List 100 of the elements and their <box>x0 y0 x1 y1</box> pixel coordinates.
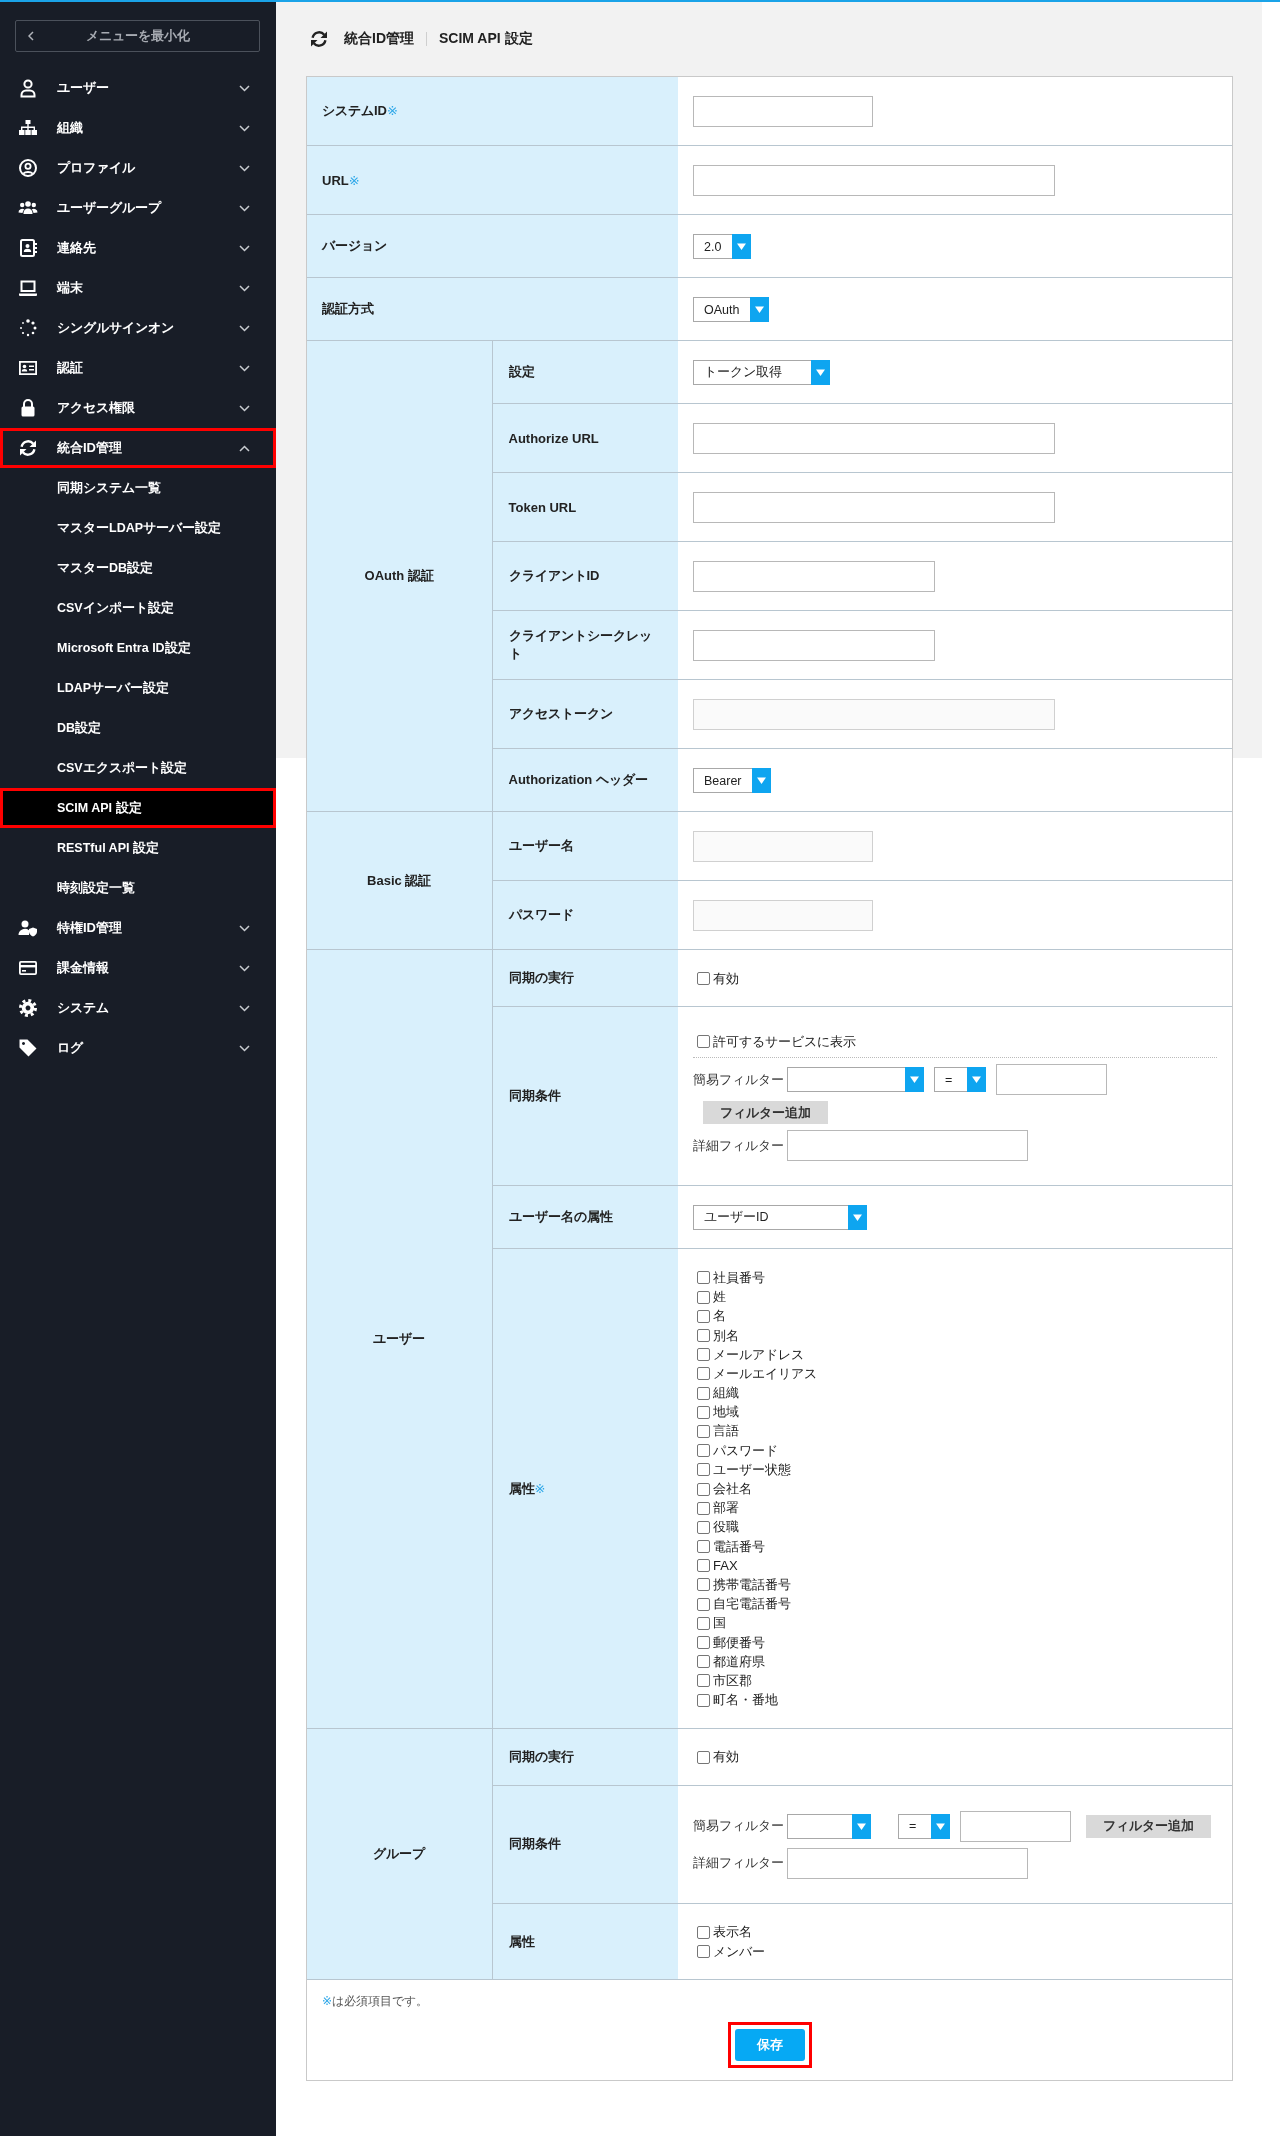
person-icon <box>18 78 38 98</box>
checkbox[interactable] <box>697 1925 710 1939</box>
checkbox[interactable] <box>697 1463 710 1477</box>
sidebar-menu-item[interactable]: 課金情報 <box>0 948 276 988</box>
checkbox[interactable] <box>697 1386 710 1400</box>
sidebar-menu-item[interactable]: 統合ID管理 <box>0 428 276 468</box>
text-field[interactable] <box>787 1847 1028 1879</box>
sidebar-menu-item[interactable]: プロファイル <box>0 148 276 188</box>
checkbox[interactable] <box>697 1424 710 1438</box>
sidebar-menu-item[interactable]: 端末 <box>0 268 276 308</box>
checkbox[interactable] <box>697 1290 710 1304</box>
checkbox[interactable] <box>697 1750 710 1764</box>
text-field[interactable] <box>693 96 873 127</box>
sidebar-submenu-item[interactable]: LDAPサーバー設定 <box>0 668 276 708</box>
sidebar-submenu-item[interactable]: DB設定 <box>0 708 276 748</box>
sidebar-menu-item[interactable]: シングルサインオン <box>0 308 276 348</box>
sidebar-submenu-item[interactable]: マスターDB設定 <box>0 548 276 588</box>
checkbox[interactable] <box>697 1655 710 1669</box>
checkbox[interactable] <box>697 1559 710 1573</box>
text-field[interactable] <box>693 630 935 661</box>
sidebar-submenu-item[interactable]: 時刻設定一覧 <box>0 868 276 908</box>
text-field[interactable] <box>693 561 935 592</box>
checkbox-label: 別名 <box>713 1326 739 1345</box>
text-field[interactable] <box>960 1810 1071 1842</box>
dropdown[interactable] <box>787 1813 871 1839</box>
id-card-icon <box>18 358 38 378</box>
field-label: ユーザー名 <box>492 811 678 881</box>
checkbox[interactable] <box>697 1674 710 1688</box>
checkbox[interactable] <box>697 1540 710 1554</box>
text-field[interactable] <box>787 1130 1028 1162</box>
field-label: システムID※ <box>307 77 678 146</box>
address-book-icon <box>18 238 38 258</box>
sidebar-menu-item[interactable]: アクセス権限 <box>0 388 276 428</box>
sidebar-menu-item[interactable]: システム <box>0 988 276 1028</box>
field-label: 同期の実行 <box>492 949 678 1007</box>
checkbox-label: 社員番号 <box>713 1268 765 1287</box>
checkbox[interactable] <box>697 1035 710 1049</box>
dropdown[interactable]: ユーザーID <box>693 1205 867 1231</box>
checkbox[interactable] <box>697 1271 710 1285</box>
dropdown[interactable] <box>787 1067 924 1093</box>
dropdown[interactable]: = <box>934 1067 986 1093</box>
text-field[interactable] <box>693 492 1055 523</box>
checkbox[interactable] <box>697 1597 710 1611</box>
field-label: 設定 <box>492 340 678 404</box>
checkbox-label: メールアドレス <box>713 1345 804 1364</box>
dropdown[interactable]: = <box>898 1813 950 1839</box>
text-field[interactable] <box>996 1064 1107 1096</box>
required-note: ※は必須項目です。 <box>322 1994 430 2009</box>
section-label: ユーザー <box>307 949 492 1729</box>
sidebar-menu-item[interactable]: ログ <box>0 1028 276 1068</box>
sidebar-submenu-item[interactable]: 同期システム一覧 <box>0 468 276 508</box>
sidebar-submenu-item[interactable]: Microsoft Entra ID設定 <box>0 628 276 668</box>
checkbox-label: 名 <box>713 1307 726 1326</box>
checkbox[interactable] <box>697 1945 710 1959</box>
user-circle-icon <box>18 158 38 178</box>
checkbox-label: 言語 <box>713 1422 739 1441</box>
sidebar-submenu-item[interactable]: CSVエクスポート設定 <box>0 748 276 788</box>
checkbox[interactable] <box>697 1616 710 1630</box>
checkbox[interactable] <box>697 1348 710 1362</box>
checkbox[interactable] <box>697 1329 710 1343</box>
dropdown[interactable]: トークン取得 <box>693 360 830 385</box>
add-filter-button[interactable]: フィルター追加 <box>703 1101 828 1125</box>
org-chart-icon <box>18 118 38 138</box>
sidebar-menu-item[interactable]: 特権ID管理 <box>0 908 276 948</box>
add-filter-button[interactable]: フィルター追加 <box>1086 1814 1211 1838</box>
checkbox[interactable] <box>697 1309 710 1323</box>
checkbox[interactable] <box>697 1444 710 1458</box>
sidebar-menu-item[interactable]: ユーザーグループ <box>0 188 276 228</box>
checkbox[interactable] <box>697 1693 710 1707</box>
checkbox[interactable] <box>697 1501 710 1515</box>
checkbox-label: 電話番号 <box>713 1537 765 1556</box>
checkbox[interactable] <box>697 1636 710 1650</box>
sidebar-menu-item[interactable]: 連絡先 <box>0 228 276 268</box>
sidebar-menu-item[interactable]: ユーザー <box>0 68 276 108</box>
dropdown[interactable]: 2.0 <box>693 234 751 259</box>
sidebar-submenu-item[interactable]: マスターLDAPサーバー設定 <box>0 508 276 548</box>
checkbox-label: 国 <box>713 1614 726 1633</box>
collapse-menu-button[interactable]: メニューを最小化 <box>15 20 260 52</box>
checkbox[interactable] <box>697 972 710 986</box>
text-field[interactable] <box>693 165 1055 196</box>
breadcrumb-item[interactable]: 統合ID管理 <box>344 30 414 48</box>
sidebar-menu-item[interactable]: 認証 <box>0 348 276 388</box>
sync-icon <box>309 29 329 49</box>
settings-icon <box>18 998 38 1018</box>
checkbox-label: 市区郡 <box>713 1671 752 1690</box>
checkbox[interactable] <box>697 1367 710 1381</box>
checkbox[interactable] <box>697 1578 710 1592</box>
dropdown[interactable]: Bearer <box>693 768 771 793</box>
checkbox[interactable] <box>697 1520 710 1534</box>
checkbox[interactable] <box>697 1482 710 1496</box>
sidebar-submenu-item[interactable]: RESTful API 設定 <box>0 828 276 868</box>
sidebar-submenu-item[interactable]: CSVインポート設定 <box>0 588 276 628</box>
dropdown[interactable]: OAuth <box>693 297 769 322</box>
checkbox[interactable] <box>697 1405 710 1419</box>
field-label: URL※ <box>307 145 678 215</box>
credit-card-icon <box>18 958 38 978</box>
sidebar-submenu-item[interactable]: SCIM API 設定 <box>0 788 276 828</box>
field-label: 同期の実行 <box>492 1728 678 1786</box>
text-field[interactable] <box>693 423 1055 454</box>
sidebar-menu-item[interactable]: 組織 <box>0 108 276 148</box>
